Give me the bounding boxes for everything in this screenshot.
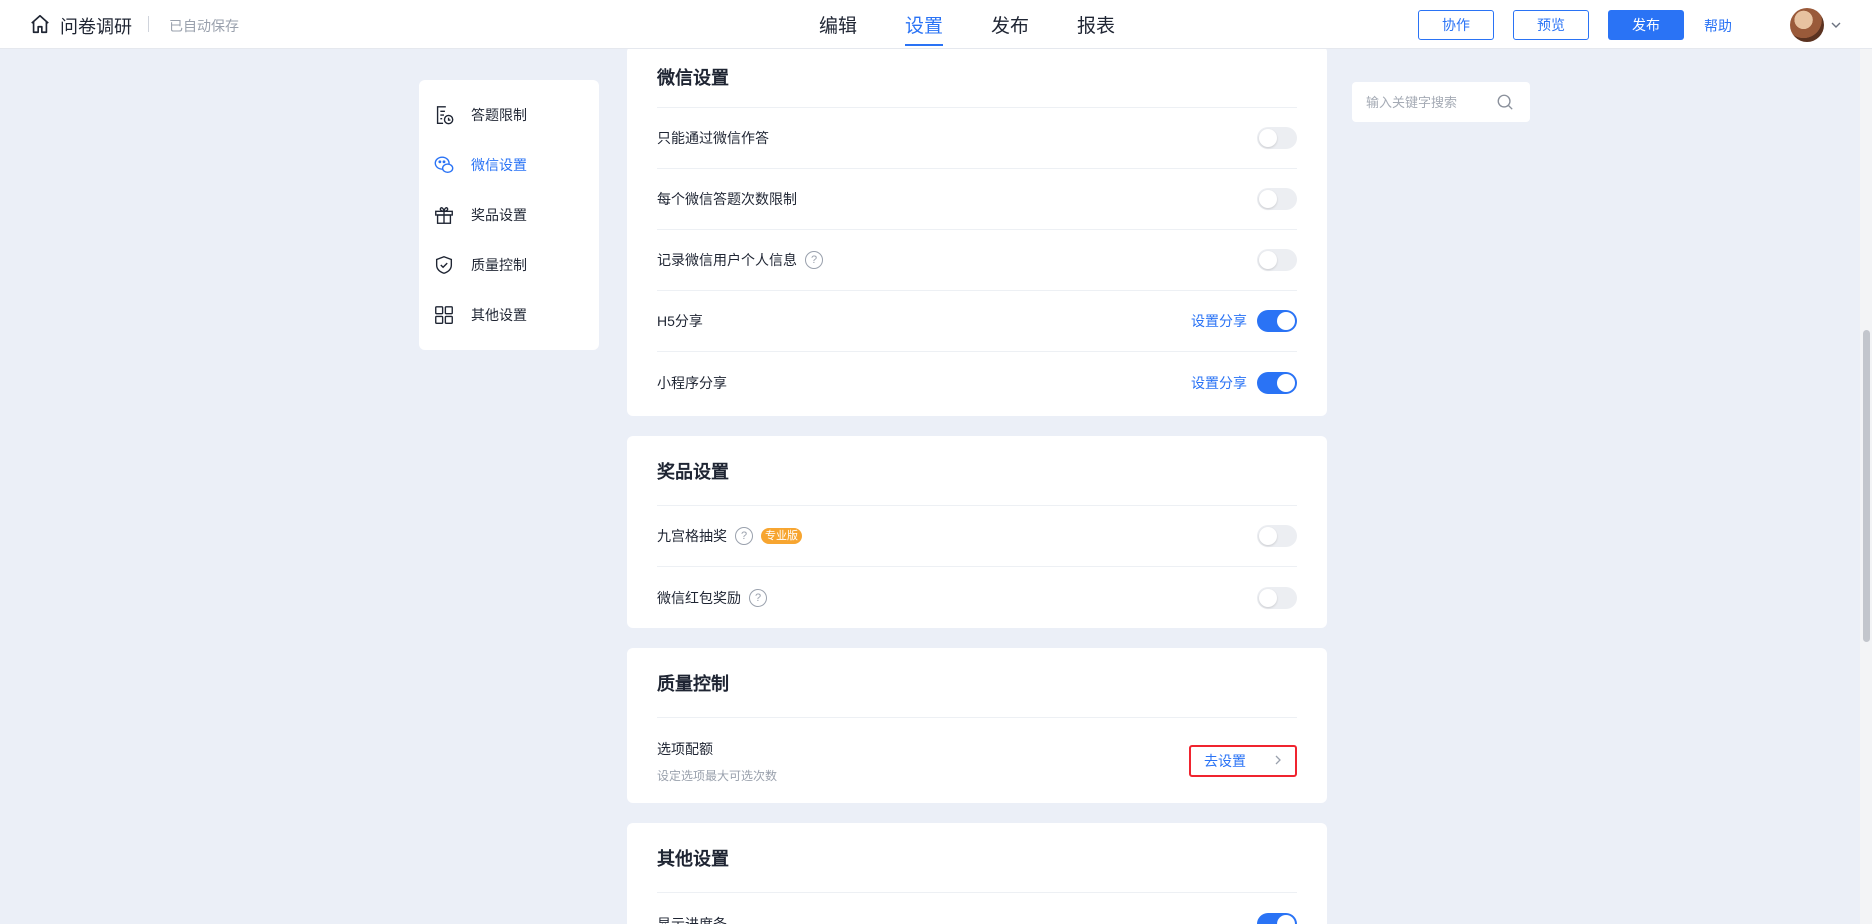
setting-label: 只能通过微信作答 [657, 130, 769, 146]
wechat-settings-card: 微信设置 只能通过微信作答 每个微信答题次数限制 记录微信用户个人信息 ? H5… [627, 46, 1327, 416]
prize-settings-card: 奖品设置 九宫格抽奖 ? 专业版 微信红包奖励 ? [627, 436, 1327, 628]
h5-share-toggle[interactable] [1257, 310, 1297, 332]
wechat-icon [433, 154, 455, 176]
go-setup-button[interactable]: 去设置 [1189, 745, 1297, 777]
setting-row: 小程序分享 设置分享 [657, 352, 1297, 413]
search-input[interactable] [1366, 94, 1496, 110]
section-title: 微信设置 [657, 46, 1297, 108]
help-question-icon[interactable]: ? [735, 527, 753, 545]
sidebar-item-label: 答题限制 [471, 107, 527, 123]
main-nav: 编辑 设置 发布 报表 [795, 0, 1139, 49]
red-packet-toggle[interactable] [1257, 586, 1297, 609]
sidebar-item-prize[interactable]: 奖品设置 [419, 190, 599, 240]
answer-limit-icon [433, 104, 455, 126]
setting-row: 九宫格抽奖 ? 专业版 [657, 506, 1297, 567]
miniapp-share-toggle[interactable] [1257, 371, 1297, 394]
setting-label: H5分享 [657, 313, 703, 329]
gift-icon [433, 204, 455, 226]
wechat-only-toggle[interactable] [1257, 127, 1297, 149]
setting-label: 选项配额 [657, 740, 713, 757]
lottery-toggle[interactable] [1257, 525, 1297, 547]
sidebar-item-answer-limit[interactable]: 答题限制 [419, 90, 599, 140]
sidebar-item-other[interactable]: 其他设置 [419, 290, 599, 340]
sidebar-item-label: 微信设置 [471, 157, 527, 173]
tab-settings[interactable]: 设置 [881, 0, 967, 49]
setting-row: 微信红包奖励 ? [657, 567, 1297, 628]
setting-label: 每个微信答题次数限制 [657, 191, 797, 207]
setting-label: 九宫格抽奖 [657, 528, 727, 544]
header-divider [148, 16, 149, 32]
search-icon[interactable] [1496, 93, 1514, 111]
tab-publish[interactable]: 发布 [967, 0, 1053, 49]
tab-report[interactable]: 报表 [1053, 0, 1139, 49]
setting-label: 记录微信用户个人信息 [657, 252, 797, 268]
scrollbar-thumb[interactable] [1863, 330, 1870, 642]
shield-icon [433, 254, 455, 276]
pro-badge: 专业版 [761, 528, 802, 544]
setting-label: 显示进度条 [657, 915, 727, 924]
section-title: 质量控制 [657, 648, 1297, 718]
setting-row: 每个微信答题次数限制 [657, 169, 1297, 230]
section-title: 奖品设置 [657, 436, 1297, 506]
record-user-info-toggle[interactable] [1257, 249, 1297, 271]
setting-row: 显示进度条 [657, 893, 1297, 924]
autosave-status: 已自动保存 [169, 18, 239, 34]
h5-share-setup-link[interactable]: 设置分享 [1191, 311, 1247, 331]
collab-button[interactable]: 协作 [1418, 10, 1494, 40]
quality-control-card: 质量控制 选项配额 设定选项最大可选次数 去设置 [627, 648, 1327, 803]
setting-description: 设定选项最大可选次数 [657, 768, 778, 783]
help-link[interactable]: 帮助 [1704, 16, 1732, 36]
setting-label: 微信红包奖励 [657, 589, 741, 606]
section-title: 其他设置 [657, 823, 1297, 893]
setting-row: 只能通过微信作答 [657, 108, 1297, 169]
sidebar-item-quality[interactable]: 质量控制 [419, 240, 599, 290]
sidebar-item-label: 其他设置 [471, 307, 527, 323]
setting-row: 选项配额 设定选项最大可选次数 去设置 [657, 718, 1297, 804]
go-setup-label: 去设置 [1204, 753, 1246, 769]
help-question-icon[interactable]: ? [805, 251, 823, 269]
grid-icon [433, 304, 455, 326]
sidebar-item-label: 奖品设置 [471, 207, 527, 223]
tab-edit[interactable]: 编辑 [795, 0, 881, 49]
avatar[interactable] [1790, 8, 1824, 42]
top-header: 问卷调研 已自动保存 编辑 设置 发布 报表 协作 预览 发布 帮助 [0, 0, 1872, 49]
sidebar-item-label: 质量控制 [471, 257, 527, 273]
settings-sidebar: 答题限制 微信设置 奖品设置 质量控制 其他设置 [419, 80, 599, 350]
app-title: 问卷调研 [60, 17, 132, 37]
miniapp-share-setup-link[interactable]: 设置分享 [1191, 373, 1247, 393]
publish-button[interactable]: 发布 [1608, 10, 1684, 40]
help-question-icon[interactable]: ? [749, 588, 767, 607]
chevron-down-icon[interactable] [1829, 18, 1843, 32]
other-settings-card: 其他设置 显示进度条 [627, 823, 1327, 924]
progress-bar-toggle[interactable] [1257, 912, 1297, 924]
setting-label: 小程序分享 [657, 374, 727, 391]
setting-row: 记录微信用户个人信息 ? [657, 230, 1297, 291]
wechat-limit-toggle[interactable] [1257, 188, 1297, 210]
chevron-right-icon [1273, 753, 1283, 769]
preview-button[interactable]: 预览 [1513, 10, 1589, 40]
sidebar-item-wechat[interactable]: 微信设置 [419, 140, 599, 190]
setting-row: H5分享 设置分享 [657, 291, 1297, 352]
home-icon[interactable] [28, 12, 52, 36]
keyword-search [1352, 82, 1530, 122]
